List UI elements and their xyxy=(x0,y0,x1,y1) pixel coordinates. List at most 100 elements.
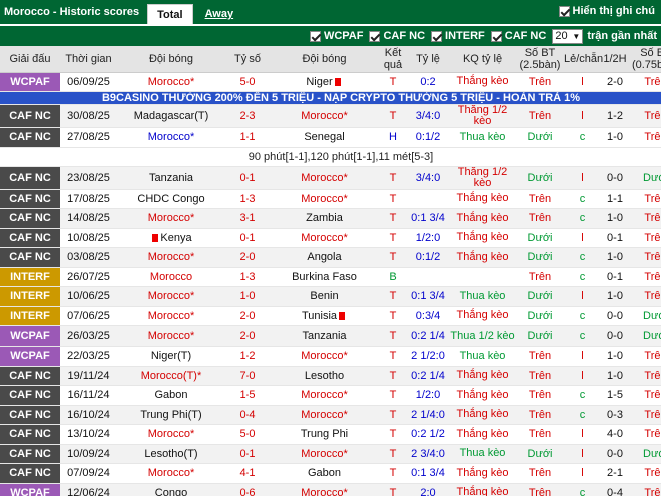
away-team[interactable]: Tunisia xyxy=(270,306,379,326)
away-team[interactable]: Morocco* xyxy=(270,189,379,209)
league-badge[interactable]: CAF NC xyxy=(0,127,60,148)
home-team[interactable]: Kenya xyxy=(117,228,225,248)
away-team[interactable]: Morocco* xyxy=(270,346,379,367)
league-badge[interactable]: CAF NC xyxy=(0,385,60,406)
table-row[interactable]: CAF NC 13/10/24 Morocco* 5-0 Trung Phi T 0:2 1… xyxy=(0,424,661,445)
table-row[interactable]: INTERF 10/06/25 Morocco* 1-0 Benin T 0:1 3/4 Th… xyxy=(0,286,661,307)
away-team[interactable]: Trung Phi xyxy=(270,424,379,445)
filter-caf-nc-2[interactable]: CAF NC xyxy=(490,30,546,42)
league-badge[interactable]: CAF NC xyxy=(0,424,60,445)
checkbox-icon[interactable] xyxy=(558,5,570,17)
table-row[interactable]: INTERF 26/07/25 Morocco 1-3 Burkina Faso B Trê… xyxy=(0,267,661,287)
league-badge[interactable]: WCPAF xyxy=(0,325,60,347)
tab-away[interactable]: Away xyxy=(196,4,243,24)
away-team[interactable]: Morocco* xyxy=(270,444,379,464)
home-team[interactable]: Gabon xyxy=(117,385,225,406)
away-team[interactable]: Morocco* xyxy=(270,405,379,425)
home-team[interactable]: Morocco xyxy=(117,267,225,287)
score[interactable]: 1-1 xyxy=(225,127,270,148)
ad-banner[interactable]: B9CASINO THƯỞNG 200% ĐẾN 5 TRIỆU - NẠP C… xyxy=(0,91,661,105)
show-notes-toggle[interactable]: Hiển thị ghi chú xyxy=(558,5,655,17)
league-badge[interactable]: WCPAF xyxy=(0,72,60,92)
league-badge[interactable]: WCPAF xyxy=(0,483,60,496)
away-team[interactable]: Morocco* xyxy=(270,104,379,128)
table-row[interactable]: WCPAF 26/03/25 Morocco* 2-0 Tanzania T 0:2 1/4… xyxy=(0,325,661,347)
score[interactable]: 0-1 xyxy=(225,444,270,464)
home-team[interactable]: CHDC Congo xyxy=(117,189,225,209)
away-team[interactable]: Lesotho xyxy=(270,366,379,386)
away-team[interactable]: Angola xyxy=(270,247,379,268)
home-team[interactable]: Lesotho(T) xyxy=(117,444,225,464)
home-team[interactable]: Morocco* xyxy=(117,463,225,484)
score[interactable]: 0-4 xyxy=(225,405,270,425)
league-badge[interactable]: CAF NC xyxy=(0,463,60,484)
league-badge[interactable]: CAF NC xyxy=(0,405,60,425)
league-badge[interactable]: CAF NC xyxy=(0,228,60,248)
score[interactable]: 2-3 xyxy=(225,104,270,128)
filter-wcpaf[interactable]: WCPAF xyxy=(309,30,363,42)
away-team[interactable]: Morocco* xyxy=(270,166,379,190)
score[interactable]: 0-1 xyxy=(225,228,270,248)
home-team[interactable]: Niger(T) xyxy=(117,346,225,367)
home-team[interactable]: Trung Phi(T) xyxy=(117,405,225,425)
table-row[interactable]: CAF NC 19/11/24 Morocco(T)* 7-0 Lesotho T 0:2 … xyxy=(0,366,661,386)
checkbox-icon[interactable] xyxy=(490,30,502,42)
score[interactable]: 1-3 xyxy=(225,267,270,287)
table-row[interactable]: CAF NC 14/08/25 Morocco* 3-1 Zambia T 0:1 3/4 T… xyxy=(0,208,661,229)
score[interactable]: 2-0 xyxy=(225,306,270,326)
home-team[interactable]: Morocco(T)* xyxy=(117,366,225,386)
away-team[interactable]: Zambia xyxy=(270,208,379,229)
table-row[interactable]: CAF NC 27/08/25 Morocco* 1-1 Senegal H 0:1/2 Th… xyxy=(0,127,661,148)
home-team[interactable]: Morocco* xyxy=(117,306,225,326)
away-team[interactable]: Benin xyxy=(270,286,379,307)
score[interactable]: 5-0 xyxy=(225,72,270,92)
league-badge[interactable]: CAF NC xyxy=(0,208,60,229)
league-badge[interactable]: CAF NC xyxy=(0,166,60,190)
home-team[interactable]: Morocco* xyxy=(117,72,225,92)
score[interactable]: 0-1 xyxy=(225,166,270,190)
score[interactable]: 0-6 xyxy=(225,483,270,496)
score[interactable]: 1-5 xyxy=(225,385,270,406)
score[interactable]: 2-0 xyxy=(225,325,270,347)
score[interactable]: 1-3 xyxy=(225,189,270,209)
score[interactable]: 3-1 xyxy=(225,208,270,229)
table-row[interactable]: WCPAF 12/06/24 Congo 0-6 Morocco* T 2:0 Thắng k… xyxy=(0,483,661,496)
away-team[interactable]: Tanzania xyxy=(270,325,379,347)
match-count-select[interactable]: 20 ▼ xyxy=(552,28,584,44)
score[interactable]: 5-0 xyxy=(225,424,270,445)
filter-caf-nc[interactable]: CAF NC xyxy=(369,30,425,42)
league-badge[interactable]: CAF NC xyxy=(0,189,60,209)
away-team[interactable]: Senegal xyxy=(270,127,379,148)
ad-banner-row[interactable]: B9CASINO THƯỞNG 200% ĐẾN 5 TRIỆU - NẠP C… xyxy=(0,91,661,105)
away-team[interactable]: Morocco* xyxy=(270,228,379,248)
checkbox-icon[interactable] xyxy=(309,30,321,42)
score[interactable]: 4-1 xyxy=(225,463,270,484)
home-team[interactable]: Tanzania xyxy=(117,166,225,190)
away-team[interactable]: Niger xyxy=(270,72,379,92)
checkbox-icon[interactable] xyxy=(369,30,381,42)
table-row[interactable]: CAF NC 30/08/25 Madagascar(T) 2-3 Morocco* T 3… xyxy=(0,104,661,128)
league-badge[interactable]: CAF NC xyxy=(0,444,60,464)
table-row[interactable]: INTERF 07/06/25 Morocco* 2-0 Tunisia T 0:3/4 Th… xyxy=(0,306,661,326)
table-row[interactable]: CAF NC 17/08/25 CHDC Congo 1-3 Morocco* T Thắn… xyxy=(0,189,661,209)
tab-total[interactable]: Total xyxy=(147,4,193,24)
league-badge[interactable]: INTERF xyxy=(0,306,60,326)
table-row[interactable]: WCPAF 22/03/25 Niger(T) 1-2 Morocco* T 2 1/2:0… xyxy=(0,346,661,367)
table-row[interactable]: CAF NC 10/08/25 Kenya 0-1 Morocco* T 1/2:0 Thắn… xyxy=(0,228,661,248)
home-team[interactable]: Morocco* xyxy=(117,208,225,229)
home-team[interactable]: Morocco* xyxy=(117,286,225,307)
checkbox-icon[interactable] xyxy=(431,30,443,42)
away-team[interactable]: Morocco* xyxy=(270,483,379,496)
away-team[interactable]: Morocco* xyxy=(270,385,379,406)
away-team[interactable]: Burkina Faso xyxy=(270,267,379,287)
away-team[interactable]: Gabon xyxy=(270,463,379,484)
league-badge[interactable]: WCPAF xyxy=(0,346,60,367)
league-badge[interactable]: INTERF xyxy=(0,286,60,307)
home-team[interactable]: Morocco* xyxy=(117,127,225,148)
score[interactable]: 7-0 xyxy=(225,366,270,386)
score[interactable]: 1-0 xyxy=(225,286,270,307)
home-team[interactable]: Morocco* xyxy=(117,424,225,445)
home-team[interactable]: Congo xyxy=(117,483,225,496)
filter-interf[interactable]: INTERF xyxy=(431,30,485,42)
league-badge[interactable]: CAF NC xyxy=(0,104,60,128)
